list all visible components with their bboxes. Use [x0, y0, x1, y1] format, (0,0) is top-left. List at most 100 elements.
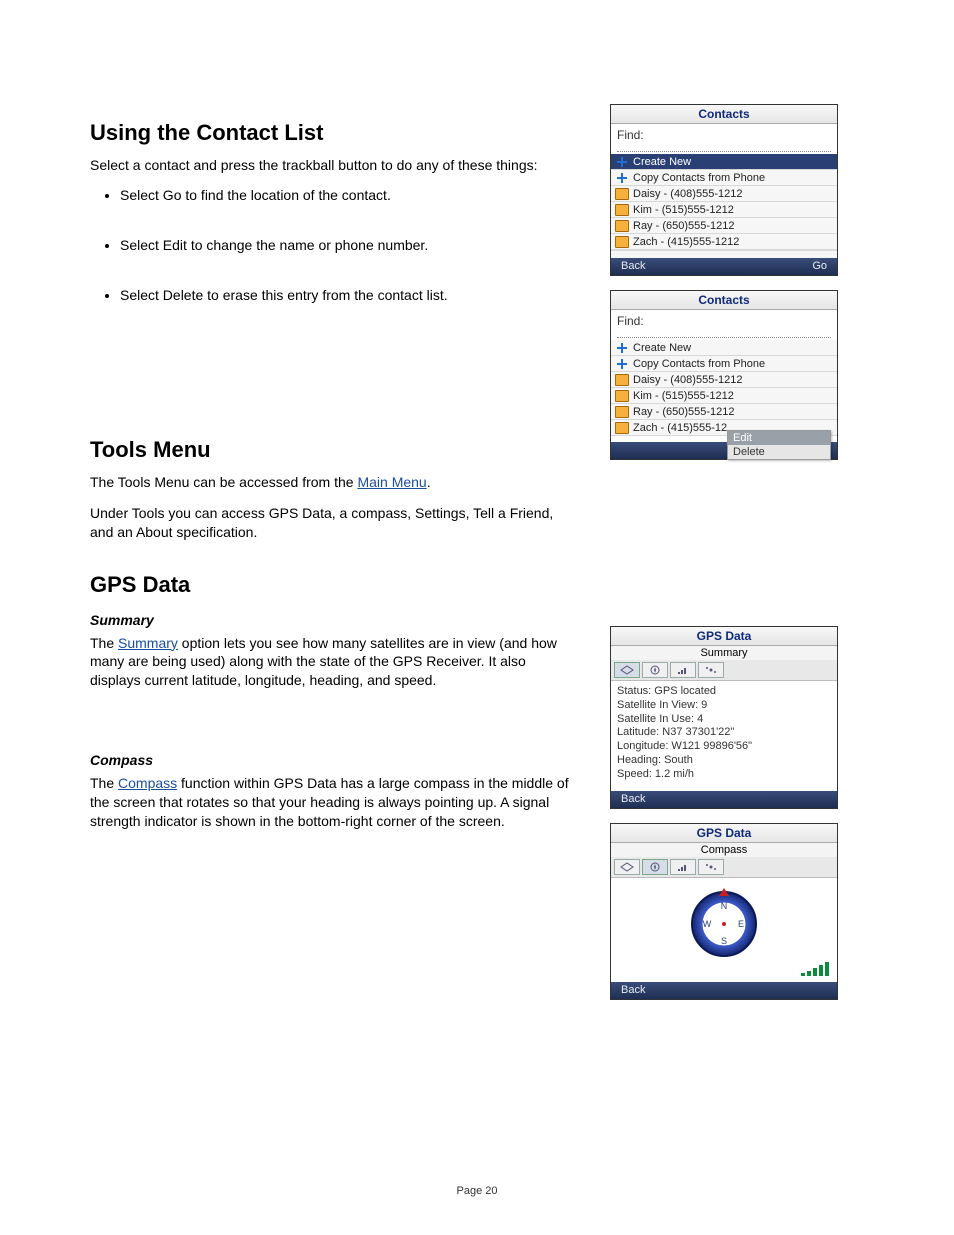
gps-line: Heading: South [617, 754, 831, 768]
contact-card-icon [615, 236, 629, 248]
context-menu: Edit Delete [727, 430, 831, 460]
text: The Tools Menu can be accessed from the [90, 474, 357, 490]
tab-compass-icon[interactable] [642, 859, 668, 875]
panel-subtitle: Summary [611, 646, 837, 660]
tab-satellite-icon[interactable] [698, 859, 724, 875]
row-label: Daisy - (408)555-1212 [633, 188, 742, 200]
plus-icon [615, 156, 629, 168]
heading-tools-menu: Tools Menu [90, 437, 570, 463]
plus-icon [615, 358, 629, 370]
contact-row[interactable]: Create New [611, 340, 837, 356]
link-compass[interactable]: Compass [118, 775, 177, 791]
gps-compass-panel: GPS Data Compass [610, 823, 838, 1000]
tab-signal-icon[interactable] [670, 859, 696, 875]
text: The [90, 775, 118, 791]
bullet-item: Select Go to find the location of the co… [120, 187, 570, 203]
contact-row[interactable]: Create New [611, 154, 837, 170]
row-label: Daisy - (408)555-1212 [633, 374, 742, 386]
row-label: Ray - (650)555-1212 [633, 220, 735, 232]
context-delete[interactable]: Delete [728, 445, 830, 459]
row-label: Ray - (650)555-1212 [633, 406, 735, 418]
svg-text:E: E [738, 919, 744, 929]
context-edit[interactable]: Edit [728, 431, 830, 445]
paragraph: The Compass function within GPS Data has… [90, 774, 570, 831]
panel-title: GPS Data [611, 824, 837, 843]
signal-strength-icon [801, 962, 829, 976]
row-label: Copy Contacts from Phone [633, 358, 765, 370]
contact-row[interactable]: Copy Contacts from Phone [611, 170, 837, 186]
find-input[interactable] [617, 142, 831, 152]
row-label: Kim - (515)555-1212 [633, 204, 734, 216]
plus-icon [615, 342, 629, 354]
bullet-item: Select Delete to erase this entry from t… [120, 287, 570, 303]
subheading-summary: Summary [90, 612, 570, 628]
page-footer: Page 20 [90, 1185, 864, 1197]
tab-summary-icon[interactable] [614, 662, 640, 678]
plus-icon [615, 172, 629, 184]
panel-subtitle: Compass [611, 843, 837, 857]
row-label: Zach - (415)555-12 [633, 422, 727, 434]
contact-card-icon [615, 422, 629, 434]
softkey-bar: Back [611, 982, 837, 999]
paragraph: Select a contact and press the trackball… [90, 156, 570, 175]
gps-line: Latitude: N37 37301'22" [617, 726, 831, 740]
row-label: Zach - (415)555-1212 [633, 236, 739, 248]
contacts-panel-2: Contacts Find: Create New Copy Contacts f… [610, 290, 838, 460]
svg-text:W: W [703, 919, 712, 929]
row-label: Create New [633, 156, 691, 168]
contact-card-icon [615, 188, 629, 200]
heading-gps-data: GPS Data [90, 572, 570, 598]
subheading-compass: Compass [90, 752, 570, 768]
compass-body: N S E W [611, 878, 837, 982]
tab-summary-icon[interactable] [614, 859, 640, 875]
row-label: Kim - (515)555-1212 [633, 390, 734, 402]
contact-row[interactable]: Copy Contacts from Phone [611, 356, 837, 372]
softkey-back[interactable]: Back [621, 984, 645, 997]
contact-row[interactable]: Kim - (515)555-1212 [611, 388, 837, 404]
paragraph: The Summary option lets you see how many… [90, 634, 570, 691]
gps-line: Satellite In Use: 4 [617, 713, 831, 727]
softkey-back[interactable]: Back [621, 260, 645, 273]
tab-strip [611, 660, 837, 681]
bullet-list: Select Go to find the location of the co… [120, 187, 570, 303]
text: . [427, 474, 431, 490]
svg-text:S: S [721, 936, 727, 946]
text: The [90, 635, 118, 651]
paragraph: The Tools Menu can be accessed from the … [90, 473, 570, 492]
contact-row[interactable]: Daisy - (408)555-1212 [611, 372, 837, 388]
link-main-menu[interactable]: Main Menu [357, 474, 426, 490]
contact-row[interactable]: Daisy - (408)555-1212 [611, 186, 837, 202]
row-label: Copy Contacts from Phone [633, 172, 765, 184]
find-label: Find: [611, 124, 837, 142]
gps-line: Status: GPS located [617, 685, 831, 699]
gps-summary-panel: GPS Data Summary Status: GPS locatedSate… [610, 626, 838, 809]
softkey-bar: Back [611, 791, 837, 808]
panel-title: Contacts [611, 291, 837, 310]
contact-row[interactable]: Ray - (650)555-1212 [611, 218, 837, 234]
softkey-back[interactable]: Back [621, 793, 645, 806]
contact-row[interactable]: Zach - (415)555-1212 [611, 234, 837, 250]
find-input[interactable] [617, 328, 831, 338]
heading-contact-list: Using the Contact List [90, 120, 570, 146]
row-label: Create New [633, 342, 691, 354]
svg-text:N: N [721, 901, 728, 911]
contact-row[interactable]: Kim - (515)555-1212 [611, 202, 837, 218]
contact-card-icon [615, 406, 629, 418]
contact-card-icon [615, 220, 629, 232]
contact-card-icon [615, 374, 629, 386]
tab-compass-icon[interactable] [642, 662, 668, 678]
tab-signal-icon[interactable] [670, 662, 696, 678]
contacts-panel-1: Contacts Find: Create NewCopy Contacts f… [610, 104, 838, 276]
gps-line: Satellite In View: 9 [617, 699, 831, 713]
softkey-go[interactable]: Go [812, 260, 827, 273]
contact-row[interactable]: Ray - (650)555-1212 [611, 404, 837, 420]
contact-card-icon [615, 390, 629, 402]
gps-summary-body: Status: GPS locatedSatellite In View: 9S… [611, 681, 837, 791]
tab-satellite-icon[interactable] [698, 662, 724, 678]
gps-line: Speed: 1.2 mi/h [617, 768, 831, 782]
contact-card-icon [615, 204, 629, 216]
tab-strip [611, 857, 837, 878]
compass-icon: N S E W [684, 884, 764, 964]
find-label: Find: [611, 310, 837, 328]
link-summary[interactable]: Summary [118, 635, 178, 651]
